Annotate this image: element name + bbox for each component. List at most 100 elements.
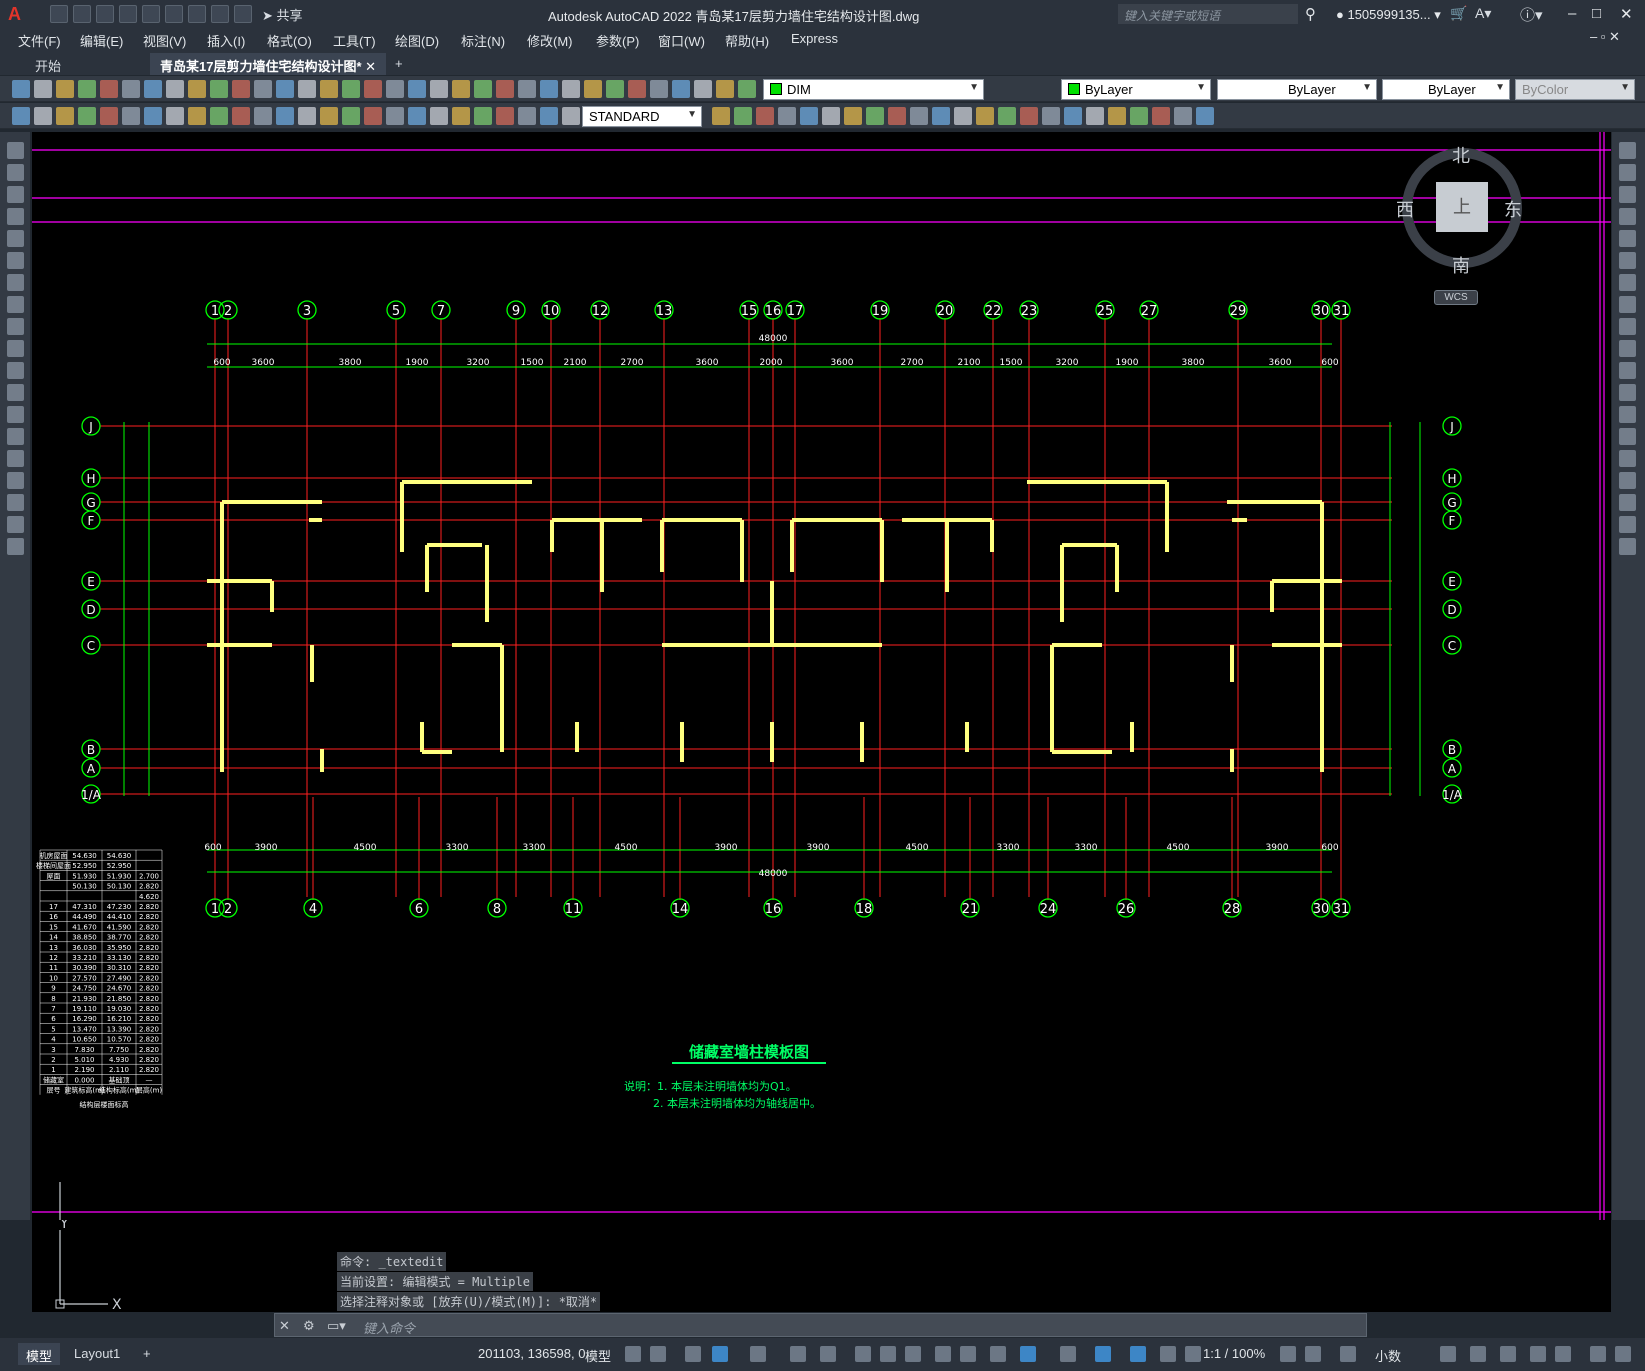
status-toggle-icon[interactable] xyxy=(1470,1346,1486,1362)
toolbar-tool-icon[interactable] xyxy=(12,107,30,125)
autodesk-app-icon[interactable]: A▾ xyxy=(1475,5,1491,22)
toolbar-tool-icon[interactable] xyxy=(1130,107,1148,125)
menu-dimension[interactable]: 标注(N) xyxy=(461,31,505,50)
toolbar-tool-icon[interactable] xyxy=(474,80,492,98)
status-toggle-icon[interactable] xyxy=(1530,1346,1546,1362)
toolbar-tool-icon[interactable] xyxy=(78,80,96,98)
annotation-scale[interactable]: 1:1 / 100% xyxy=(1203,1346,1265,1361)
menu-express[interactable]: Express xyxy=(791,31,838,46)
status-toggle-icon[interactable] xyxy=(750,1346,766,1362)
modify-tool-icon[interactable] xyxy=(1619,406,1636,423)
status-toggle-icon[interactable] xyxy=(1615,1346,1631,1362)
new-icon[interactable] xyxy=(50,5,68,23)
dimstyle-dropdown[interactable]: STANDARD ▼ xyxy=(582,106,702,127)
menu-file[interactable]: 文件(F) xyxy=(18,31,61,50)
toolbar-tool-icon[interactable] xyxy=(716,80,734,98)
toolbar-tool-icon[interactable] xyxy=(254,107,272,125)
draw-tool-icon[interactable] xyxy=(7,362,24,379)
recent-commands-icon[interactable]: ▭▾ xyxy=(327,1318,346,1334)
toolbar-tool-icon[interactable] xyxy=(320,80,338,98)
menu-tools[interactable]: 工具(T) xyxy=(333,31,376,50)
color-dropdown[interactable]: ByLayer ▼ xyxy=(1061,79,1211,100)
viewcube-south[interactable]: 南 xyxy=(1452,252,1470,278)
toolbar-tool-icon[interactable] xyxy=(232,107,250,125)
toolbar-tool-icon[interactable] xyxy=(430,107,448,125)
minimize-button[interactable]: – xyxy=(1568,5,1576,22)
modify-tool-icon[interactable] xyxy=(1619,296,1636,313)
status-toggle-icon[interactable] xyxy=(1020,1346,1036,1362)
toolbar-tool-icon[interactable] xyxy=(276,107,294,125)
toolbar-tool-icon[interactable] xyxy=(1042,107,1060,125)
draw-tool-icon[interactable] xyxy=(7,186,24,203)
status-toggle-icon[interactable] xyxy=(712,1346,728,1362)
toolbar-tool-icon[interactable] xyxy=(298,107,316,125)
tab-layout1[interactable]: Layout1 xyxy=(66,1343,128,1365)
toolbar-tool-icon[interactable] xyxy=(452,107,470,125)
toolbar-tool-icon[interactable] xyxy=(320,107,338,125)
toolbar-tool-icon[interactable] xyxy=(188,80,206,98)
new-tab-button[interactable]: + xyxy=(385,53,413,75)
toolbar-tool-icon[interactable] xyxy=(800,107,818,125)
status-toggle-icon[interactable] xyxy=(1095,1346,1111,1362)
layer-dropdown[interactable]: DIM ▼ xyxy=(763,79,984,100)
toolbar-tool-icon[interactable] xyxy=(694,80,712,98)
toolbar-tool-icon[interactable] xyxy=(712,107,730,125)
toolbar-tool-icon[interactable] xyxy=(408,80,426,98)
doc-window-controls[interactable]: – ▫ ✕ xyxy=(1590,29,1620,45)
coordinates-readout[interactable]: 201103, 136598, 0 xyxy=(478,1346,585,1361)
status-toggle-icon[interactable] xyxy=(935,1346,951,1362)
toolbar-tool-icon[interactable] xyxy=(386,80,404,98)
modify-tool-icon[interactable] xyxy=(1619,450,1636,467)
toolbar-tool-icon[interactable] xyxy=(144,80,162,98)
status-toggle-icon[interactable] xyxy=(1280,1346,1296,1362)
modify-tool-icon[interactable] xyxy=(1619,164,1636,181)
modify-tool-icon[interactable] xyxy=(1619,538,1636,555)
toolbar-tool-icon[interactable] xyxy=(386,107,404,125)
toolbar-tool-icon[interactable] xyxy=(606,80,624,98)
modify-tool-icon[interactable] xyxy=(1619,472,1636,489)
tab-model[interactable]: 模型 xyxy=(18,1343,61,1365)
wcs-menu[interactable]: WCS xyxy=(1434,290,1478,305)
close-command-icon[interactable]: ✕ xyxy=(279,1318,290,1334)
status-toggle-icon[interactable] xyxy=(1555,1346,1571,1362)
lineweight-dropdown[interactable]: ByLayer ▼ xyxy=(1382,79,1510,100)
status-toggle-icon[interactable] xyxy=(1185,1346,1201,1362)
toolbar-tool-icon[interactable] xyxy=(254,80,272,98)
toolbar-tool-icon[interactable] xyxy=(562,107,580,125)
customize-icon[interactable]: ⚙ xyxy=(303,1318,315,1334)
toolbar-tool-icon[interactable] xyxy=(342,80,360,98)
toolbar-tool-icon[interactable] xyxy=(34,107,52,125)
open-icon[interactable] xyxy=(73,5,91,23)
tab-start[interactable]: 开始 xyxy=(25,53,71,75)
help-icon[interactable]: ⓘ▾ xyxy=(1520,4,1543,25)
toolbar-tool-icon[interactable] xyxy=(998,107,1016,125)
draw-tool-icon[interactable] xyxy=(7,208,24,225)
menu-format[interactable]: 格式(O) xyxy=(267,31,312,50)
toolbar-tool-icon[interactable] xyxy=(100,107,118,125)
linetype-dropdown[interactable]: ByLayer ▼ xyxy=(1217,79,1377,100)
draw-tool-icon[interactable] xyxy=(7,340,24,357)
toolbar-tool-icon[interactable] xyxy=(276,80,294,98)
status-toggle-icon[interactable] xyxy=(1440,1346,1456,1362)
modify-tool-icon[interactable] xyxy=(1619,340,1636,357)
toolbar-tool-icon[interactable] xyxy=(342,107,360,125)
toolbar-tool-icon[interactable] xyxy=(518,80,536,98)
modify-tool-icon[interactable] xyxy=(1619,362,1636,379)
share-button[interactable]: ➤ 共享 xyxy=(262,5,303,24)
modify-tool-icon[interactable] xyxy=(1619,230,1636,247)
toolbar-tool-icon[interactable] xyxy=(210,80,228,98)
modify-tool-icon[interactable] xyxy=(1619,252,1636,269)
draw-tool-icon[interactable] xyxy=(7,318,24,335)
toolbar-tool-icon[interactable] xyxy=(628,80,646,98)
draw-tool-icon[interactable] xyxy=(7,428,24,445)
toolbar-tool-icon[interactable] xyxy=(496,80,514,98)
toolbar-tool-icon[interactable] xyxy=(1064,107,1082,125)
status-toggle-icon[interactable] xyxy=(905,1346,921,1362)
command-input[interactable]: ✕ ⚙ ▭▾ 键入命令 xyxy=(274,1313,1367,1337)
save-web-icon[interactable] xyxy=(165,5,183,23)
toolbar-tool-icon[interactable] xyxy=(298,80,316,98)
undo-icon[interactable] xyxy=(211,5,229,23)
viewcube-north[interactable]: 北 xyxy=(1452,142,1470,168)
toolbar-tool-icon[interactable] xyxy=(540,80,558,98)
status-toggle-icon[interactable] xyxy=(855,1346,871,1362)
